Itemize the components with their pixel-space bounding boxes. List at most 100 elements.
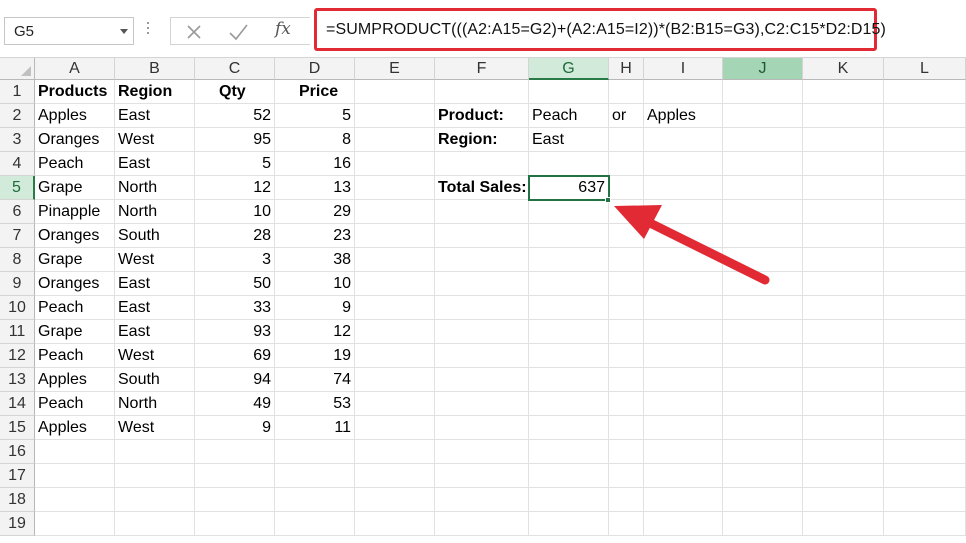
table-cell-price[interactable]: 38 <box>275 248 355 272</box>
grid-cell[interactable] <box>529 224 609 248</box>
table-cell-region[interactable]: East <box>115 296 195 320</box>
grid-cell[interactable] <box>435 80 529 104</box>
grid-cell[interactable] <box>435 224 529 248</box>
grid-cell[interactable] <box>195 512 275 536</box>
header-cell-products[interactable]: Products <box>35 80 115 104</box>
grid-cell[interactable] <box>435 488 529 512</box>
row-header-15[interactable]: 15 <box>0 416 35 440</box>
column-header-l[interactable]: L <box>884 58 966 80</box>
grid-cell[interactable] <box>803 344 884 368</box>
grid-cell[interactable] <box>884 488 966 512</box>
grid-cell[interactable] <box>529 512 609 536</box>
column-header-g[interactable]: G <box>529 58 609 80</box>
grid-cell[interactable] <box>884 392 966 416</box>
grid-cell[interactable] <box>803 224 884 248</box>
grid-cell[interactable] <box>35 440 115 464</box>
column-header-c[interactable]: C <box>195 58 275 80</box>
grid-cell[interactable] <box>803 416 884 440</box>
total-label-cell[interactable]: Total Sales: <box>435 176 529 200</box>
grid-cell[interactable] <box>35 488 115 512</box>
grid-cell[interactable] <box>435 344 529 368</box>
chevron-down-icon[interactable] <box>120 29 128 34</box>
grid-cell[interactable] <box>355 152 435 176</box>
grid-cell[interactable] <box>803 464 884 488</box>
grid-cell[interactable] <box>435 152 529 176</box>
grid-cell[interactable] <box>803 512 884 536</box>
table-cell-products[interactable]: Apples <box>35 104 115 128</box>
grid-cell[interactable] <box>609 320 644 344</box>
grid-cell[interactable] <box>355 320 435 344</box>
grid-cell[interactable] <box>723 128 803 152</box>
region-value-cell[interactable]: East <box>529 128 609 152</box>
grid-cell[interactable] <box>609 368 644 392</box>
spreadsheet-grid[interactable]: ABCDEFGHIJKL 1 2 3 4 5 6 7 8 9 10 11 12 13 14 15 16 17 18… <box>0 58 966 543</box>
header-cell-region[interactable]: Region <box>115 80 195 104</box>
grid-cell[interactable] <box>644 248 723 272</box>
grid-cell[interactable] <box>609 272 644 296</box>
grid-cell[interactable] <box>803 248 884 272</box>
grid-cell[interactable] <box>529 248 609 272</box>
grid-cell[interactable] <box>723 296 803 320</box>
grid-cell[interactable] <box>355 512 435 536</box>
grid-cell[interactable] <box>723 224 803 248</box>
grid-cell[interactable] <box>723 440 803 464</box>
grid-cell[interactable] <box>275 488 355 512</box>
grid-cell[interactable] <box>884 224 966 248</box>
select-all-button[interactable] <box>0 58 35 80</box>
grid-cell[interactable] <box>884 320 966 344</box>
grid-cell[interactable] <box>609 416 644 440</box>
grid-cell[interactable] <box>609 296 644 320</box>
grid-cell[interactable] <box>355 392 435 416</box>
grid-cell[interactable] <box>435 296 529 320</box>
table-cell-region[interactable]: West <box>115 128 195 152</box>
table-cell-products[interactable]: Pinapple <box>35 200 115 224</box>
grid-cell[interactable] <box>884 344 966 368</box>
grid-cell[interactable] <box>355 368 435 392</box>
name-box[interactable]: G5 <box>4 17 134 45</box>
grid-cell[interactable] <box>435 464 529 488</box>
grid-cell[interactable] <box>529 272 609 296</box>
grid-cell[interactable] <box>609 248 644 272</box>
grid-cell[interactable] <box>435 272 529 296</box>
grid-cell[interactable] <box>195 464 275 488</box>
grid-cell[interactable] <box>644 224 723 248</box>
grid-cell[interactable] <box>644 512 723 536</box>
grid-cell[interactable] <box>884 104 966 128</box>
grid-cell[interactable] <box>355 464 435 488</box>
grid-cell[interactable] <box>723 248 803 272</box>
table-cell-price[interactable]: 19 <box>275 344 355 368</box>
grid-cell[interactable] <box>803 488 884 512</box>
grid-cell[interactable] <box>355 440 435 464</box>
table-cell-qty[interactable]: 10 <box>195 200 275 224</box>
column-header-d[interactable]: D <box>275 58 355 80</box>
grid-cell[interactable] <box>355 200 435 224</box>
table-cell-qty[interactable]: 69 <box>195 344 275 368</box>
grid-cell[interactable] <box>723 392 803 416</box>
table-cell-products[interactable]: Grape <box>35 176 115 200</box>
grid-cell[interactable] <box>529 320 609 344</box>
grid-cell[interactable] <box>884 368 966 392</box>
grid-cell[interactable] <box>884 176 966 200</box>
grid-cell[interactable] <box>723 512 803 536</box>
grid-cell[interactable] <box>529 416 609 440</box>
table-cell-region[interactable]: West <box>115 416 195 440</box>
check-icon[interactable] <box>226 20 250 44</box>
product-value-cell[interactable]: Peach <box>529 104 609 128</box>
grid-cell[interactable] <box>355 296 435 320</box>
table-cell-region[interactable]: East <box>115 152 195 176</box>
grid-cell[interactable] <box>435 248 529 272</box>
grid-cell[interactable] <box>435 368 529 392</box>
grid-cell[interactable] <box>355 488 435 512</box>
grid-cell[interactable] <box>644 440 723 464</box>
grid-cell[interactable] <box>884 440 966 464</box>
grid-cell[interactable] <box>529 440 609 464</box>
formula-input[interactable]: =SUMPRODUCT(((A2:A15=G2)+(A2:A15=I2))*(B… <box>314 8 886 51</box>
table-cell-products[interactable]: Apples <box>35 368 115 392</box>
grid-cell[interactable] <box>115 512 195 536</box>
grid-cell[interactable] <box>609 176 644 200</box>
grid-cell[interactable] <box>644 344 723 368</box>
table-cell-price[interactable]: 10 <box>275 272 355 296</box>
column-header-h[interactable]: H <box>609 58 644 80</box>
row-header-16[interactable]: 16 <box>0 440 35 464</box>
grid-cell[interactable] <box>803 80 884 104</box>
